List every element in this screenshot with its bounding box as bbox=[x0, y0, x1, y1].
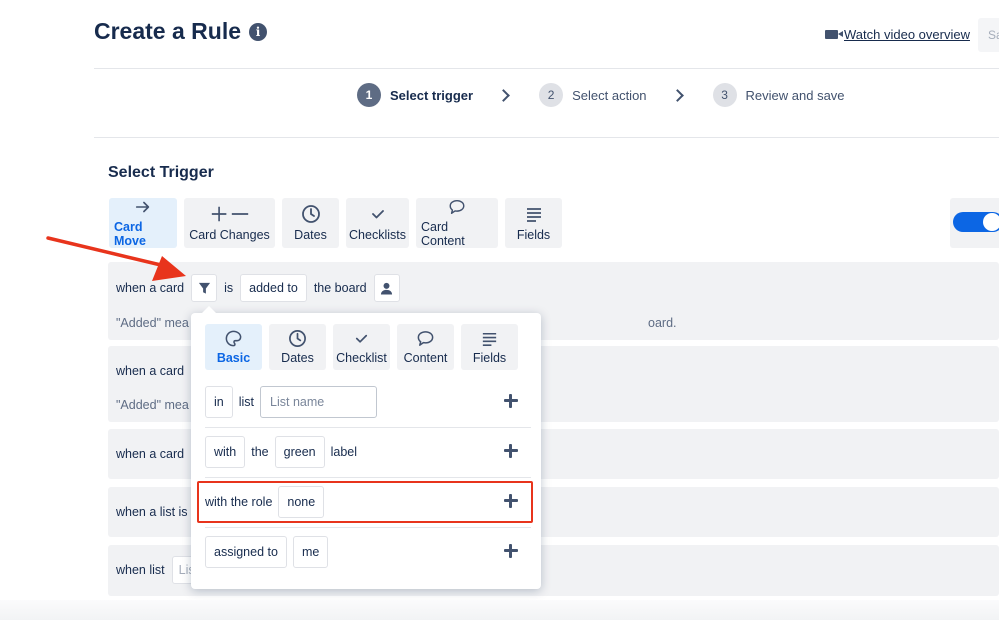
page-bottom bbox=[0, 600, 999, 620]
annotation-arrow-icon bbox=[46, 236, 186, 281]
